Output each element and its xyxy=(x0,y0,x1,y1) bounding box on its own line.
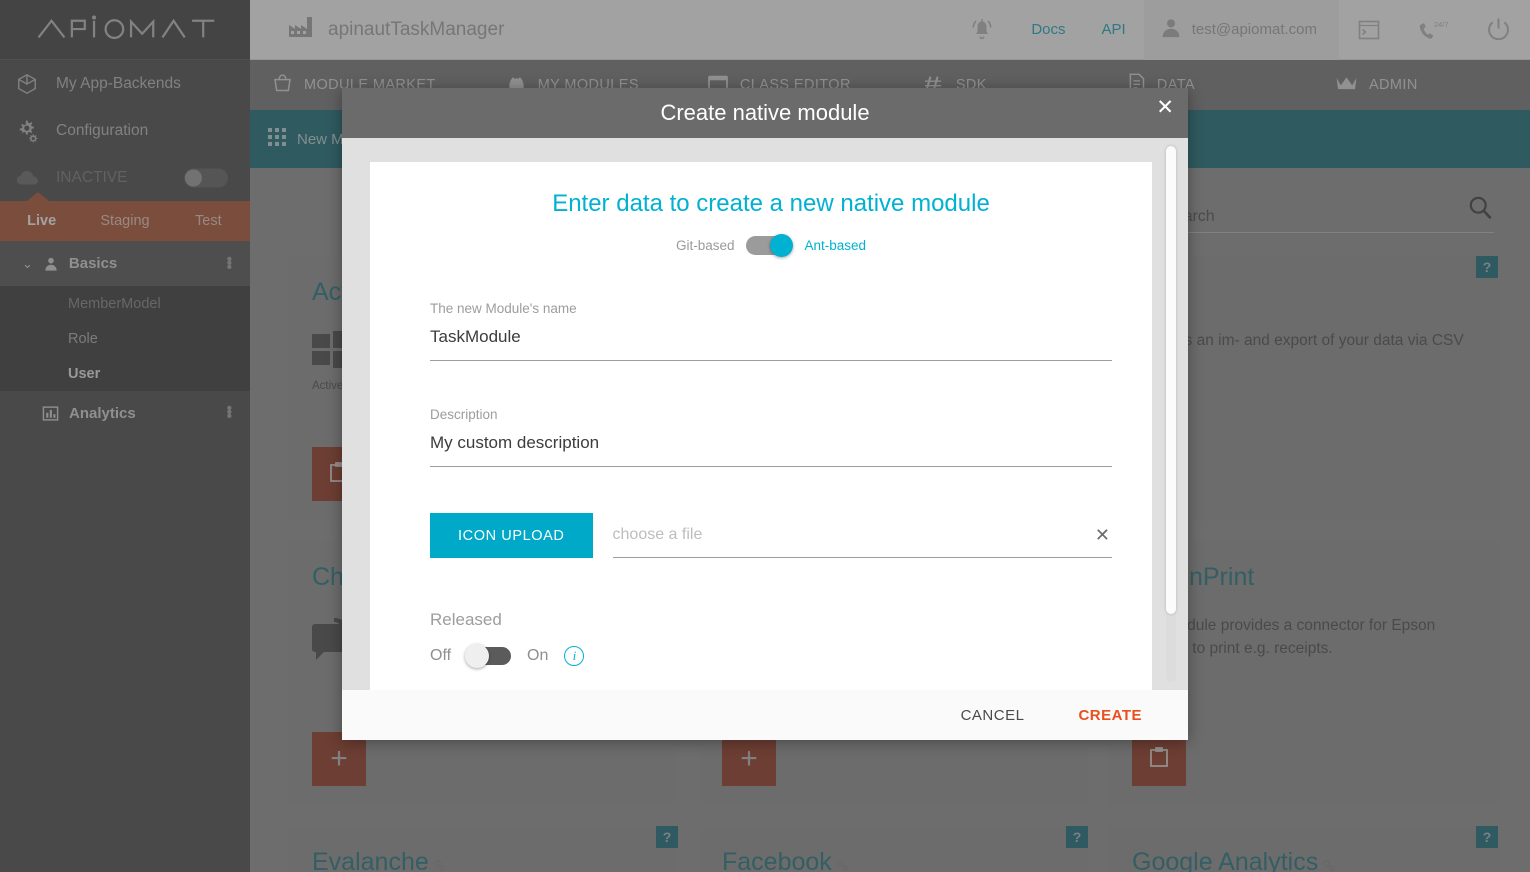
description-field: Description My custom description xyxy=(430,407,1112,467)
released-toggle[interactable] xyxy=(465,644,512,668)
clear-file-icon[interactable]: ✕ xyxy=(1095,525,1112,546)
file-input-wrap[interactable]: choose a file ✕ xyxy=(612,513,1112,558)
released-section: Released Off On i xyxy=(430,610,1112,668)
icon-upload-button[interactable]: ICON UPLOAD xyxy=(430,513,593,558)
toggle-knob xyxy=(465,644,490,668)
scrollbar-thumb[interactable] xyxy=(1166,146,1176,614)
dialog-title: Create native module xyxy=(660,100,870,125)
field-label: Description xyxy=(430,407,498,422)
create-native-module-dialog: Create native module ✕ Enter data to cre… xyxy=(342,88,1188,740)
module-name-input[interactable]: TaskModule xyxy=(430,327,1112,361)
build-type-switch-row: Git-based Ant-based xyxy=(430,234,1112,257)
icon-upload-row: ICON UPLOAD choose a file ✕ xyxy=(430,513,1112,558)
released-toggle-row: Off On i xyxy=(430,644,1112,668)
file-input[interactable]: choose a file xyxy=(613,526,1095,544)
build-type-toggle[interactable] xyxy=(746,234,794,257)
released-on-label: On xyxy=(527,647,549,664)
cancel-button[interactable]: CANCEL xyxy=(961,707,1025,724)
ant-based-label: Ant-based xyxy=(804,238,867,253)
dialog-scrollbar[interactable] xyxy=(1166,146,1176,682)
description-input[interactable]: My custom description xyxy=(430,433,1112,467)
info-icon[interactable]: i xyxy=(564,646,585,666)
dialog-footer: CANCEL CREATE xyxy=(342,690,1188,740)
dialog-body: Enter data to create a new native module… xyxy=(342,138,1188,690)
toggle-knob xyxy=(770,234,794,257)
field-label: The new Module's name xyxy=(430,301,577,316)
dialog-header: Create native module ✕ xyxy=(342,88,1188,138)
form-heading: Enter data to create a new native module xyxy=(552,190,990,217)
close-icon[interactable]: ✕ xyxy=(1156,97,1174,118)
create-button[interactable]: CREATE xyxy=(1078,707,1142,724)
module-name-field: The new Module's name TaskModule xyxy=(430,301,1112,361)
released-label: Released xyxy=(430,610,502,629)
dialog-form-sheet: Enter data to create a new native module… xyxy=(370,162,1152,690)
git-based-label: Git-based xyxy=(675,238,735,253)
released-off-label: Off xyxy=(430,647,452,664)
